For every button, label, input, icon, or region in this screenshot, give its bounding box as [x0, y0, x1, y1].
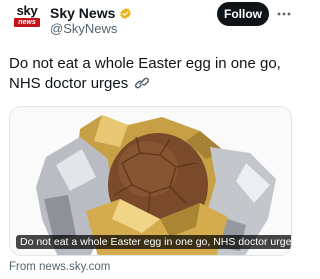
link-preview-card[interactable]: Do not eat a whole Easter egg in one go,…: [9, 106, 292, 256]
link-icon: [134, 76, 150, 90]
chocolate-easter-egg-image: [10, 107, 291, 255]
display-name[interactable]: Sky News: [50, 5, 115, 21]
verified-badge-icon: [119, 7, 132, 20]
card-caption: Do not eat a whole Easter egg in one go,…: [16, 235, 291, 249]
avatar[interactable]: sky news: [9, 4, 45, 32]
follow-button[interactable]: Follow: [217, 2, 269, 26]
card-source[interactable]: From news.sky.com: [9, 260, 110, 274]
avatar-logo-text: sky: [16, 3, 38, 18]
avatar-news-badge: news: [14, 18, 40, 27]
author-handle[interactable]: @SkyNews: [50, 21, 117, 36]
tweet-text: Do not eat a whole Easter egg in one go,…: [9, 54, 289, 94]
more-dots-icon[interactable]: [275, 5, 293, 23]
author-name-row[interactable]: Sky News: [50, 5, 132, 21]
